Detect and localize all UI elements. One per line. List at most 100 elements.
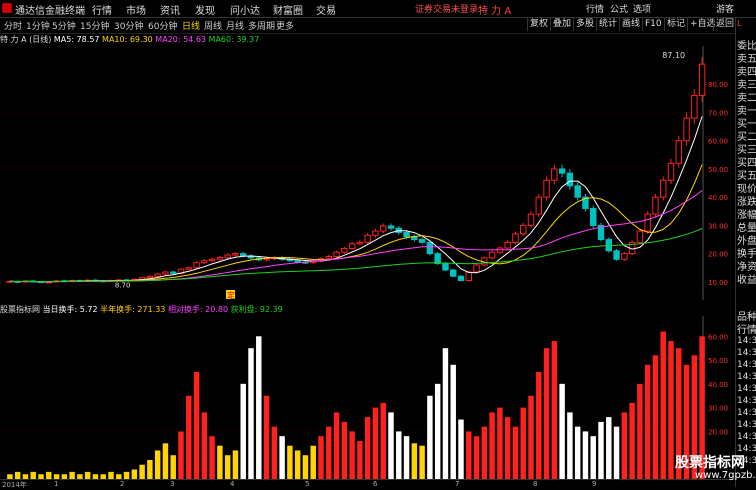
tick-header2: 行情 [737, 325, 756, 336]
guest-label[interactable]: 游客 [716, 2, 734, 15]
candle-body [162, 271, 169, 275]
period-60min[interactable]: 60分钟 [148, 19, 177, 32]
vol-tick-label: 30.00 [708, 405, 728, 413]
tick-time: 14:35 [737, 420, 756, 430]
ma10-line [9, 164, 703, 283]
huaxian-button[interactable]: 画线 [619, 18, 642, 31]
period-30min[interactable]: 30分钟 [114, 19, 143, 32]
volume-bar [528, 395, 534, 479]
period-1min[interactable]: 1分钟 [26, 19, 50, 32]
date-label: 2014年 [2, 481, 27, 489]
menu-faxian[interactable]: 发现 [195, 2, 215, 17]
candle-body [675, 140, 682, 164]
volume-bar [248, 348, 254, 479]
volume-bar [598, 421, 604, 479]
f10-button[interactable]: F10 [642, 18, 664, 31]
volume-bar [504, 417, 511, 479]
quote-sidebar[interactable]: L 委比 卖五 卖四 卖三 卖二 卖一 买一 买二 买三 买四 买五 现价 涨跌… [735, 18, 756, 304]
volume-bar [341, 421, 348, 479]
volume-bar [380, 402, 386, 479]
volume-bar [629, 402, 635, 479]
menu-caifuquan[interactable]: 财富圈 [273, 2, 303, 17]
volume-bar [349, 431, 355, 479]
volume-bar [396, 431, 402, 479]
candle-body [185, 267, 193, 270]
period-day[interactable]: 日线 [182, 19, 200, 32]
stock-name-top: 特 力 A [478, 6, 512, 17]
diejia-button[interactable]: 叠加 [550, 18, 573, 31]
candle-body [263, 258, 270, 261]
sidebar-L: L [737, 19, 742, 28]
back-button[interactable]: 返回 [713, 18, 736, 31]
volume-bar [606, 417, 612, 479]
volume-bar [458, 419, 464, 479]
menu-jiaoyi[interactable]: 交易 [316, 2, 336, 17]
volume-bar [294, 450, 301, 479]
volume-chart[interactable]: 60.00 50.00 40.00 30.00 20.00 [0, 316, 735, 479]
volume-bar [84, 471, 91, 479]
volume-bar [442, 348, 449, 479]
period-month[interactable]: 月线 [226, 19, 244, 32]
price-tick-label: 30.00 [708, 222, 728, 230]
volume-bar [357, 440, 363, 479]
candle-body [698, 63, 706, 97]
menu-wenxiaoda[interactable]: 问小达 [230, 2, 260, 17]
title-xuanxiang[interactable]: 选项 [633, 2, 651, 15]
period-15min[interactable]: 15分钟 [80, 19, 109, 32]
event-marker[interactable]: 定 [227, 290, 235, 300]
tick-time: 14:35 [737, 384, 756, 394]
volume-bar [520, 407, 526, 479]
kline-chart[interactable]: 80.00 70.00 60.00 50.00 40.00 30.00 20.00 10.00… [0, 46, 735, 300]
turnover-today: 当日换手: 5.72 [42, 305, 98, 314]
menu-shichang[interactable]: 市场 [126, 2, 146, 17]
candle-body [621, 253, 628, 260]
title-gongshi[interactable]: 公式 [610, 2, 628, 15]
period-5min[interactable]: 5分钟 [52, 19, 76, 32]
ma10-label: MA10: 69.30 [102, 35, 153, 44]
biaoji-button[interactable]: 标记 [664, 18, 687, 31]
candle-body [520, 224, 527, 235]
candle-body [232, 253, 239, 256]
volume-bar [310, 445, 316, 479]
tick-time: 14:35 [737, 408, 756, 418]
app-logo-icon [2, 3, 12, 13]
tick-time: 14:35 [737, 372, 756, 382]
candle-body [403, 231, 410, 238]
fuquan-button[interactable]: 复权 [527, 18, 550, 31]
low-price-label: 8.70 [115, 282, 131, 290]
volume-bar [621, 412, 628, 479]
volume-bar [193, 371, 200, 479]
period-week[interactable]: 周线 [204, 19, 222, 32]
app-name: 通达信金融终端 [15, 6, 85, 17]
volume-bar [652, 355, 659, 479]
candle-body [348, 243, 356, 250]
volume-bar [668, 341, 674, 479]
volume-bar [30, 471, 36, 479]
volume-bar [582, 431, 589, 479]
candle-body [372, 230, 379, 236]
duogu-button[interactable]: 多股 [573, 18, 596, 31]
volume-bar [14, 471, 21, 479]
price-tick-label: 50.00 [708, 166, 728, 174]
chart-title: 特 力 A (日线) [0, 35, 52, 44]
tongji-button[interactable]: 统计 [596, 18, 619, 31]
period-more[interactable]: 更多 [276, 19, 294, 32]
volume-bar [279, 436, 285, 479]
candle-body [193, 262, 200, 269]
price-tick-label: 60.00 [708, 138, 728, 146]
login-status[interactable]: 证券交易未登录 [415, 2, 478, 15]
volume-bar [512, 426, 519, 479]
period-fenshi[interactable]: 分时 [4, 19, 22, 32]
volume-bar [637, 383, 643, 479]
title-hangqing[interactable]: 行情 [586, 2, 604, 15]
menu-zixun[interactable]: 资讯 [160, 2, 180, 17]
period-multi[interactable]: 多周期 [248, 19, 275, 32]
candle-body [566, 172, 574, 187]
price-tick-label: 10.00 [708, 279, 728, 287]
tick-time: 14:35 [737, 336, 756, 346]
volume-bar [364, 417, 371, 479]
candle-body [683, 117, 690, 142]
menu-hangqing[interactable]: 行情 [92, 2, 112, 17]
volume-bar [590, 436, 596, 479]
vol-tick-label: 50.00 [708, 357, 728, 365]
